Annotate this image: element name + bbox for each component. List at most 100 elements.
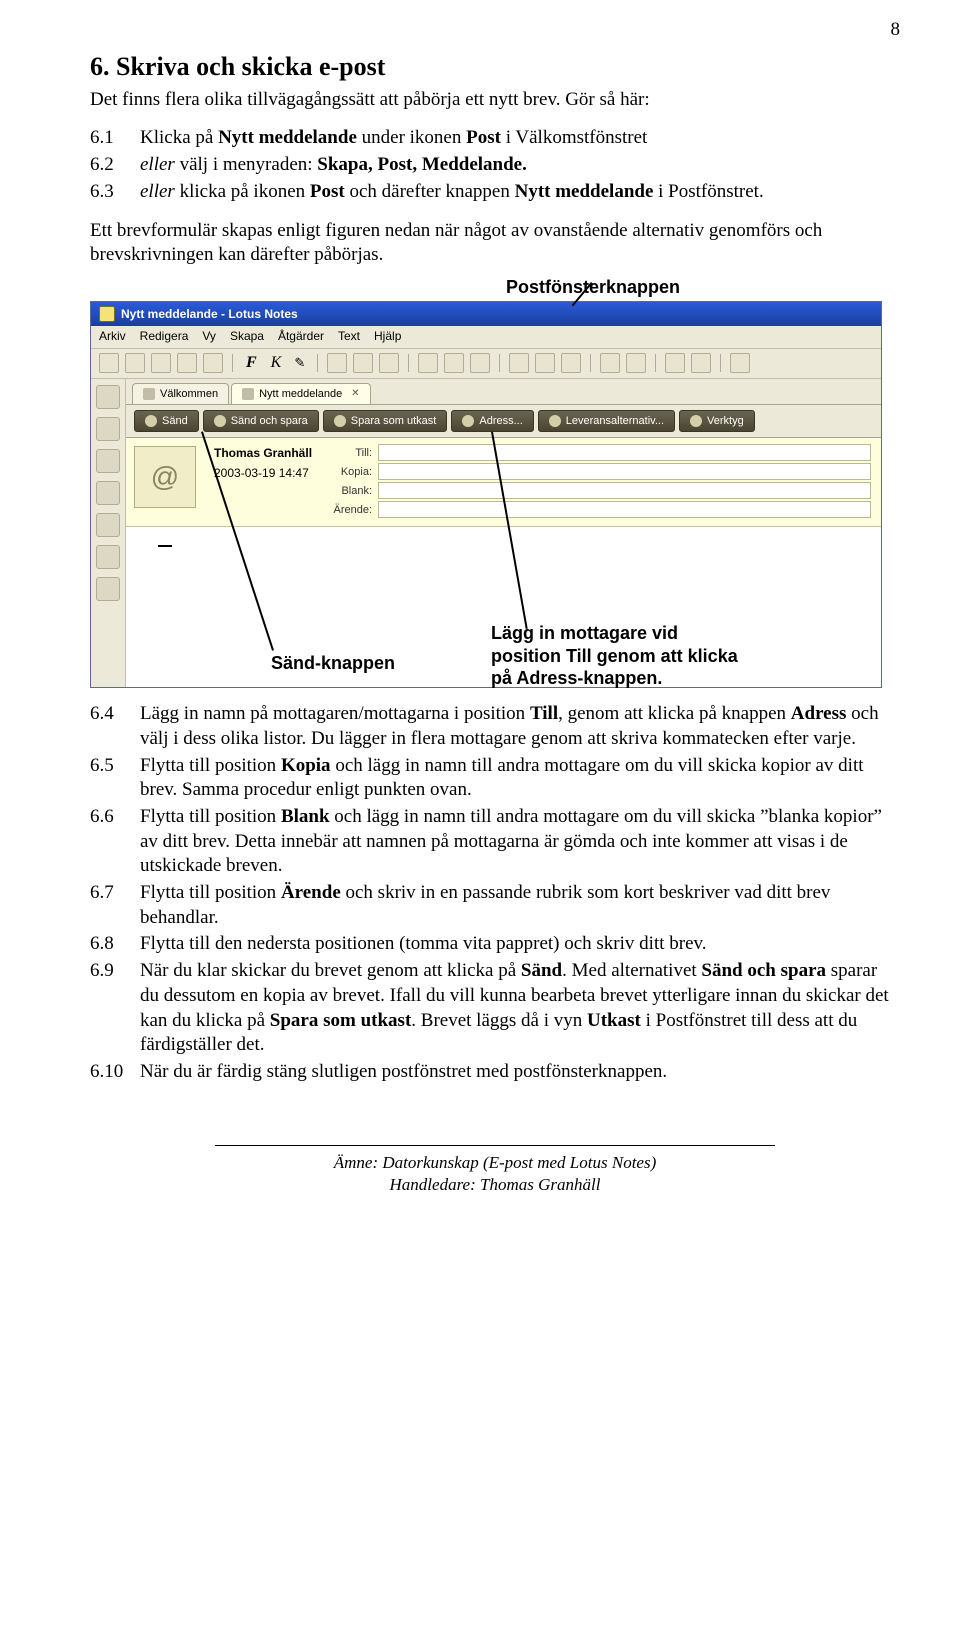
sidebar-icon[interactable] — [96, 449, 120, 473]
sand-spara-button[interactable]: Sänd och spara — [203, 410, 319, 432]
sidebar — [91, 379, 126, 688]
sand-button[interactable]: Sänd — [134, 410, 199, 432]
item-num: 6.4 — [90, 702, 140, 751]
button-label: Sänd — [162, 414, 188, 428]
window-title: Nytt meddelande - Lotus Notes — [121, 307, 298, 323]
tab-label: Välkommen — [160, 387, 218, 401]
tab-valkommen[interactable]: Välkommen — [132, 383, 229, 404]
bold-icon[interactable]: F — [242, 353, 261, 374]
field-label-kopia: Kopia: — [322, 465, 378, 479]
footer-by: Handledare: Thomas Granhäll — [215, 1174, 775, 1196]
menu-item[interactable]: Åtgärder — [278, 329, 324, 345]
toolbar-icon[interactable] — [600, 353, 620, 373]
tab-bar: Välkommen Nytt meddelande ✕ — [126, 379, 881, 405]
from-name: Thomas Granhäll — [214, 446, 312, 462]
menu-item[interactable]: Text — [338, 329, 360, 345]
field-label-arende: Ärende: — [322, 503, 378, 517]
item-num: 6.6 — [90, 805, 140, 879]
toolbar-icon[interactable] — [151, 353, 171, 373]
close-icon[interactable]: ✕ — [351, 387, 359, 400]
annotation-sand: Sänd-knappen — [271, 652, 395, 675]
action-bar: Sänd Sänd och spara Spara som utkast Adr… — [126, 405, 881, 438]
menu-item[interactable]: Hjälp — [374, 329, 401, 345]
kopia-input[interactable] — [378, 463, 871, 480]
toolbar-icon[interactable] — [379, 353, 399, 373]
button-label: Adress... — [479, 414, 522, 428]
button-label: Sänd och spara — [231, 414, 308, 428]
toolbar-icon[interactable] — [561, 353, 581, 373]
item-num: 6.3 — [90, 180, 140, 205]
field-label-till: Till: — [322, 446, 378, 460]
separator — [590, 354, 591, 372]
sidebar-icon[interactable] — [96, 545, 120, 569]
sidebar-icon[interactable] — [96, 513, 120, 537]
toolbar-icon[interactable] — [353, 353, 373, 373]
toolbar-icon[interactable] — [470, 353, 490, 373]
item-num: 6.1 — [90, 126, 140, 151]
separator — [499, 354, 500, 372]
toolbar-icon[interactable] — [203, 353, 223, 373]
verktyg-button[interactable]: Verktyg — [679, 410, 755, 432]
window-titlebar: Nytt meddelande - Lotus Notes — [91, 302, 881, 326]
toolbar-icon[interactable] — [125, 353, 145, 373]
menubar[interactable]: Arkiv Redigera Vy Skapa Åtgärder Text Hj… — [91, 326, 881, 349]
annotation-lagg: Lägg in mottagare vid position Till geno… — [491, 622, 751, 690]
text-cursor — [158, 545, 172, 547]
item-text: Flytta till position Ärende och skriv in… — [140, 881, 900, 930]
menu-item[interactable]: Redigera — [140, 329, 189, 345]
toolbar-icon[interactable] — [444, 353, 464, 373]
field-label-blank: Blank: — [322, 484, 378, 498]
spara-utkast-button[interactable]: Spara som utkast — [323, 410, 448, 432]
screenshot: Nytt meddelande - Lotus Notes Arkiv Redi… — [90, 301, 882, 688]
separator — [408, 354, 409, 372]
menu-item[interactable]: Vy — [202, 329, 216, 345]
sidebar-icon[interactable] — [96, 417, 120, 441]
button-label: Leveransalternativ... — [566, 414, 664, 428]
button-label: Verktyg — [707, 414, 744, 428]
toolbar-icon[interactable]: ✎ — [291, 355, 308, 372]
sidebar-icon[interactable] — [96, 385, 120, 409]
separator — [655, 354, 656, 372]
tab-nytt-meddelande[interactable]: Nytt meddelande ✕ — [231, 383, 371, 404]
page-footer: Ämne: Datorkunskap (E-post med Lotus Not… — [215, 1145, 775, 1196]
toolbar-icon[interactable] — [730, 353, 750, 373]
till-input[interactable] — [378, 444, 871, 461]
button-label: Spara som utkast — [351, 414, 437, 428]
item-num: 6.10 — [90, 1060, 140, 1085]
leverans-button[interactable]: Leveransalternativ... — [538, 410, 675, 432]
page-number: 8 — [891, 18, 901, 43]
item-text: Klicka på Nytt meddelande under ikonen P… — [140, 126, 900, 151]
item-text: Flytta till den nedersta positionen (tom… — [140, 932, 900, 957]
intro-text: Det finns flera olika tillvägagångssätt … — [90, 88, 900, 113]
item-num: 6.2 — [90, 153, 140, 178]
tab-icon — [143, 388, 155, 400]
menu-item[interactable]: Skapa — [230, 329, 264, 345]
sidebar-icon[interactable] — [96, 481, 120, 505]
arende-input[interactable] — [378, 501, 871, 518]
toolbar-icon[interactable] — [626, 353, 646, 373]
separator — [317, 354, 318, 372]
toolbar-icon[interactable] — [535, 353, 555, 373]
tab-label: Nytt meddelande — [259, 387, 342, 401]
sidebar-icon[interactable] — [96, 577, 120, 601]
italic-icon[interactable]: K — [267, 353, 286, 374]
item-text: Flytta till position Blank och lägg in n… — [140, 805, 900, 879]
toolbar-icon[interactable] — [99, 353, 119, 373]
toolbar-icon[interactable] — [418, 353, 438, 373]
item-text: Flytta till position Kopia och lägg in n… — [140, 754, 900, 803]
callout-postfonster: Postfönsterknappen — [90, 276, 900, 299]
item-text: eller klicka på ikonen Post och därefter… — [140, 180, 900, 205]
adress-button[interactable]: Adress... — [451, 410, 533, 432]
menu-item[interactable]: Arkiv — [99, 329, 126, 345]
toolbar-icon[interactable] — [327, 353, 347, 373]
toolbar-icon[interactable] — [509, 353, 529, 373]
toolbar-icon[interactable] — [177, 353, 197, 373]
item-num: 6.5 — [90, 754, 140, 803]
toolbar-icon[interactable] — [691, 353, 711, 373]
swirl-icon: @ — [134, 446, 196, 508]
toolbar-icon[interactable] — [665, 353, 685, 373]
item-text: När du är färdig stäng slutligen postfön… — [140, 1060, 900, 1085]
tools-icon — [690, 415, 702, 427]
blank-input[interactable] — [378, 482, 871, 499]
delivery-icon — [549, 415, 561, 427]
